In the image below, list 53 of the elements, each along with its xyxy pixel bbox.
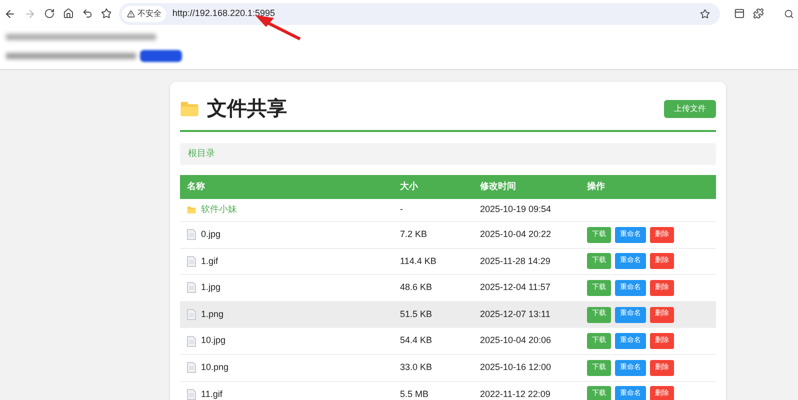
address-bar[interactable]: 不安全 http://192.168.220.1:5995 <box>119 2 720 24</box>
column-header: 修改时间 <box>480 180 517 194</box>
home-icon[interactable] <box>62 8 74 19</box>
table-cell-text: - <box>400 203 404 216</box>
table-cell-text: 48.6 KB <box>400 281 434 294</box>
url-text: http://192.168.220.1:5995 <box>172 6 275 20</box>
folder-icon <box>180 101 199 117</box>
table-cell-text: 2025-12-04 11:57 <box>480 281 552 294</box>
page-title: 文件共享 <box>207 96 287 122</box>
table-cell-text: 2022-11-12 22:09 <box>480 388 552 400</box>
back-icon[interactable] <box>4 8 16 20</box>
bookmark-icon[interactable] <box>100 8 112 19</box>
file-icon <box>187 309 196 320</box>
table-cell-text: 114.4 KB <box>400 254 438 268</box>
table-cell-text: 54.4 KB <box>400 334 434 348</box>
column-header: 大小 <box>400 180 419 194</box>
column-header: 名称 <box>186 180 206 194</box>
file-name: 1.png <box>201 308 224 321</box>
file-icon <box>187 256 196 267</box>
table-cell-text: 2025-12-07 13:11 <box>480 308 552 321</box>
table-cell-text: 33.0 KB <box>400 361 434 374</box>
file-icon <box>187 282 196 294</box>
file-icon <box>187 336 196 347</box>
upload-button[interactable]: 上传文件 <box>664 100 716 118</box>
table-cell-text: 2025-10-04 20:06 <box>480 334 552 348</box>
reload-icon[interactable] <box>44 8 55 19</box>
folder-link[interactable]: 软件小妹 <box>201 203 237 217</box>
table-cell-text: 2025-10-04 20:22 <box>480 228 552 242</box>
table-cell-text: 51.5 KB <box>400 308 434 321</box>
file-icon <box>187 229 196 240</box>
warning-icon <box>127 10 136 18</box>
file-name: 10.png <box>201 361 229 374</box>
column-header: 操作 <box>587 180 606 194</box>
security-chip[interactable]: 不安全 <box>122 6 166 22</box>
search-icon[interactable] <box>784 8 794 18</box>
file-name: 0.jpg <box>201 228 221 242</box>
star-icon[interactable] <box>700 8 710 18</box>
blurred-badge <box>140 50 182 62</box>
table-cell-text: 5.5 MB <box>400 388 430 400</box>
file-name: 1.jpg <box>201 281 221 294</box>
table-cell-text: 2025-11-28 14:29 <box>480 254 552 268</box>
extensions-icon[interactable] <box>753 8 764 19</box>
table-cell-text: 7.2 KB <box>400 228 428 242</box>
breadcrumb-link[interactable]: 根目录 <box>188 147 215 161</box>
sidebar-icon[interactable] <box>734 8 746 19</box>
folder-icon <box>187 206 196 214</box>
file-name: 1.gif <box>201 254 218 268</box>
undo-icon[interactable] <box>82 8 92 19</box>
file-name: 11.gif <box>201 388 222 400</box>
table-cell-text: 2025-10-16 12:00 <box>480 361 552 374</box>
table-cell-text: 2025-10-19 09:54 <box>480 203 552 216</box>
file-name: 10.jpg <box>201 334 226 348</box>
file-icon <box>187 362 196 374</box>
